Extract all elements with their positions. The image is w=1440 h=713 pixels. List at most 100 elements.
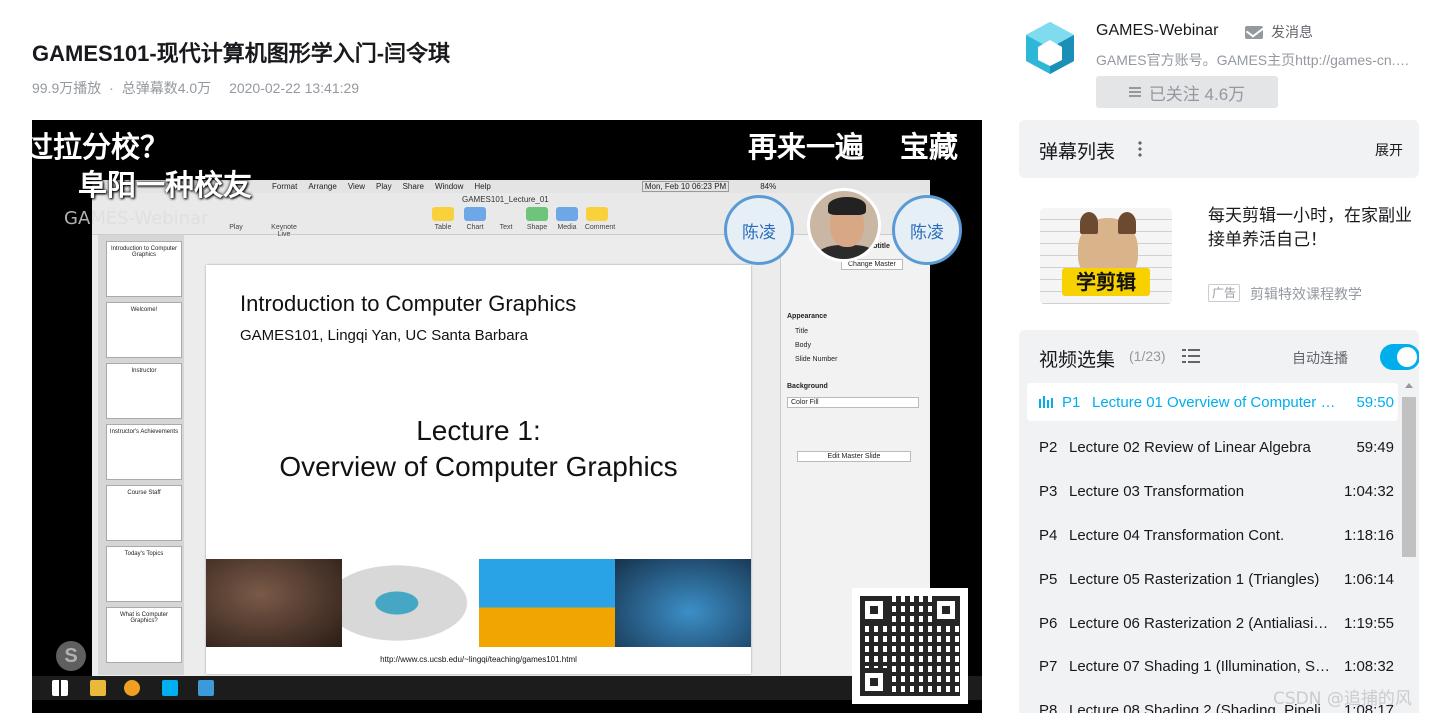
meta-separator: · xyxy=(109,80,114,96)
episode-item[interactable]: P6 Lecture 06 Rasterization 2 (Antialias… xyxy=(1027,601,1398,645)
participant-avatar: 陈凌 xyxy=(892,195,962,265)
follow-button[interactable]: 已关注 4.6万 xyxy=(1096,76,1278,108)
toolbar-play: Play xyxy=(229,224,243,231)
slide-thumb: Instructor's Achievements xyxy=(106,424,182,480)
qr-finder xyxy=(860,596,888,624)
video-meta: 99.9万播放 · 总弹幕数4.0万 2020-02-22 13:41:29 xyxy=(32,78,363,98)
episode-item[interactable]: P2 Lecture 02 Review of Linear Algebra 5… xyxy=(1027,426,1398,470)
episode-item[interactable]: P3 Lecture 03 Transformation 1:04:32 xyxy=(1027,470,1398,514)
ad-source[interactable]: 剪辑特效课程教学 xyxy=(1250,284,1362,304)
autoplay-toggle[interactable] xyxy=(1380,344,1419,370)
play-count: 99.9万播放 xyxy=(32,80,102,96)
uploader-description: GAMES官方账号。GAMES主页http://games-cn.org xyxy=(1096,52,1414,68)
episode-duration: 59:49 xyxy=(1356,439,1394,457)
episode-duration: 1:08:32 xyxy=(1343,658,1394,676)
episode-number: P8 xyxy=(1039,702,1058,713)
windows-start-icon xyxy=(52,680,68,696)
table-icon xyxy=(432,207,454,221)
episode-name: Lecture 06 Rasterization 2 (Antialiasing… xyxy=(1069,614,1342,632)
now-playing-icon xyxy=(1039,396,1053,408)
slide-url: http://www.cs.ucsb.edu/~lingqi/teaching/… xyxy=(380,655,577,664)
send-message-button[interactable]: 发消息 xyxy=(1245,22,1313,42)
menu-lines-icon xyxy=(1128,87,1141,97)
episode-list-panel: 视频选集 (1/23) 自动连播 P1 Lecture 01 Overview … xyxy=(1019,330,1419,713)
danmaku-comment: 宝藏 xyxy=(900,130,959,164)
skype-taskbar-icon xyxy=(162,680,178,696)
episode-duration: 1:18:16 xyxy=(1343,526,1394,544)
menu-help: Help xyxy=(474,182,491,191)
scroll-up-arrow-icon[interactable] xyxy=(1405,383,1413,388)
edit-master-button: Edit Master Slide xyxy=(797,451,911,462)
episode-item[interactable]: P5 Lecture 05 Rasterization 1 (Triangles… xyxy=(1027,557,1398,601)
option-slide-number: Slide Number xyxy=(795,356,838,363)
ad-tag: 广告 xyxy=(1208,284,1241,302)
windows-taskbar xyxy=(32,676,982,700)
toolbar-keynote-live: Keynote Live xyxy=(271,224,297,238)
slide-thumb: Today's Topics xyxy=(106,546,182,602)
episode-number: P1 xyxy=(1062,393,1081,411)
uploader-name[interactable]: GAMES-Webinar xyxy=(1096,22,1218,40)
episode-name: Lecture 03 Transformation xyxy=(1069,483,1245,501)
slide-navigator: Introduction to Computer Graphics Welcom… xyxy=(98,235,184,675)
episode-scrollbar[interactable] xyxy=(1402,383,1416,713)
webcam-hair xyxy=(828,197,866,215)
chess-water-image xyxy=(614,559,751,647)
battery-level: 84% xyxy=(760,182,777,191)
episode-item[interactable]: P1 Lecture 01 Overview of Computer Graph… xyxy=(1027,383,1398,421)
qr-modules xyxy=(860,596,960,696)
participant-avatar: 陈凌 xyxy=(724,195,794,265)
mail-icon xyxy=(1245,25,1263,39)
slide-lecture: Lecture 1: Overview of Computer Graphics xyxy=(206,413,751,485)
comment-icon xyxy=(586,207,608,221)
qr-code xyxy=(852,588,968,704)
media-icon xyxy=(556,207,578,221)
menu-share: Share xyxy=(402,182,424,191)
file-explorer-icon xyxy=(90,680,106,696)
slide-thumb: Welcome! xyxy=(106,302,182,358)
list-view-icon[interactable] xyxy=(1182,349,1200,363)
episode-number: P4 xyxy=(1039,526,1058,544)
more-dots-icon[interactable] xyxy=(1138,140,1142,158)
option-title: Title xyxy=(795,328,808,335)
ad-thumbnail[interactable]: 学剪辑 xyxy=(1040,208,1172,304)
menu-play: Play xyxy=(376,182,392,191)
slide-thumb: What is Computer Graphics? xyxy=(106,607,182,663)
episode-number: P6 xyxy=(1039,614,1058,632)
chart-icon xyxy=(464,207,486,221)
scroll-thumb[interactable] xyxy=(1402,397,1416,557)
slide-subtitle: GAMES101, Lingqi Yan, UC Santa Barbara xyxy=(240,327,528,344)
slide-thumb: Course Staff xyxy=(106,485,182,541)
episode-duration: 1:06:14 xyxy=(1343,570,1394,588)
appearance-heading: Appearance xyxy=(787,313,828,320)
qr-finder xyxy=(860,668,888,696)
episode-duration: 1:19:55 xyxy=(1343,614,1394,632)
fill-select: Color Fill xyxy=(787,397,919,408)
episode-count: (1/23) xyxy=(1129,348,1166,364)
danmaku-list-panel[interactable]: 弹幕列表 展开 xyxy=(1019,120,1419,178)
episode-duration: 59:50 xyxy=(1356,393,1394,411)
video-player[interactable]: Format Arrange View Play Share Window He… xyxy=(32,120,982,713)
slide-lecture-number: Lecture 1: xyxy=(416,415,541,446)
ad-headline[interactable]: 每天剪辑一小时，在家副业接单养活自己！ xyxy=(1208,204,1423,252)
menu-view: View xyxy=(347,182,366,191)
expand-button[interactable]: 展开 xyxy=(1375,140,1403,160)
slide-thumb: Instructor xyxy=(106,363,182,419)
remote-desktop-icon xyxy=(198,680,214,696)
games-logo-avatar[interactable] xyxy=(1022,20,1078,76)
publish-date: 2020-02-22 13:41:29 xyxy=(229,80,360,96)
episode-name: Lecture 05 Rasterization 1 (Triangles) xyxy=(1069,570,1320,588)
mac-clock: Mon, Feb 10 06:23 PM xyxy=(641,181,730,192)
episode-number: P5 xyxy=(1039,570,1058,588)
episode-item[interactable]: P4 Lecture 04 Transformation Cont. 1:18:… xyxy=(1027,514,1398,558)
presenter-webcam xyxy=(807,188,881,262)
episode-name: Lecture 04 Transformation Cont. xyxy=(1069,526,1285,544)
csdn-watermark: CSDN @追捕的风 xyxy=(1273,689,1412,709)
danmaku-list-title: 弹幕列表 xyxy=(1039,142,1116,163)
episode-item[interactable]: P7 Lecture 07 Shading 1 (Illumination, S… xyxy=(1027,645,1398,689)
menu-format: Format xyxy=(272,182,298,191)
tank-render-image xyxy=(206,559,343,647)
episode-number: P7 xyxy=(1039,658,1058,676)
menu-arrange: Arrange xyxy=(308,182,337,191)
keynote-window: Format Arrange View Play Share Window He… xyxy=(92,180,930,680)
option-body: Body xyxy=(795,342,811,349)
